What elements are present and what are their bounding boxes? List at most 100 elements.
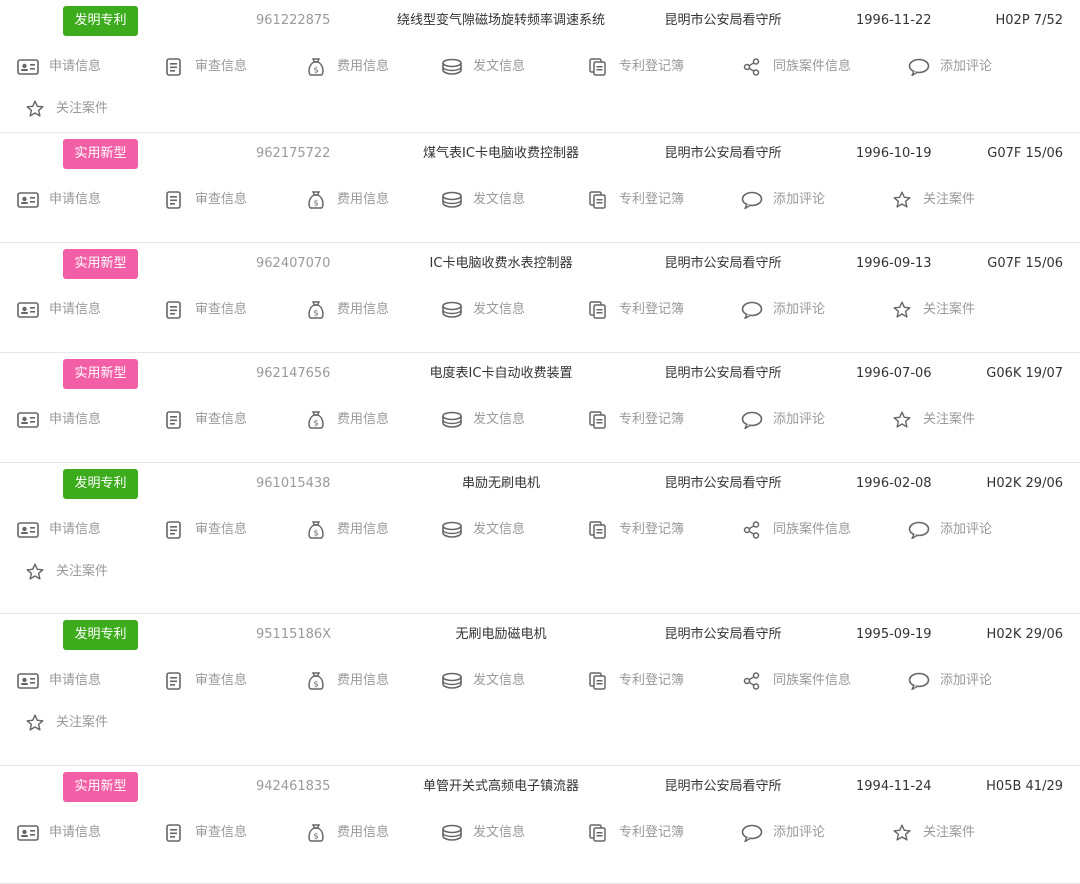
patent-title[interactable]: 电度表IC卡自动收费装置 (360, 353, 642, 399)
fee-label: 费用信息 (337, 673, 390, 688)
comment-label: 添加评论 (773, 825, 826, 840)
application-number[interactable]: 962407070 (256, 243, 330, 289)
apply-label: 申请信息 (49, 302, 102, 317)
document-icon (163, 411, 185, 429)
apply-label: 申请信息 (49, 412, 102, 427)
ipc-classification: H02K 29/06 (986, 627, 1063, 642)
patent-title[interactable]: 串励无刷电机 (360, 463, 642, 509)
record-summary-row: 发明专利 961015438 串励无刷电机 昆明市公安局看守所 1996-02-08 H0… (0, 463, 1080, 509)
review-label: 审查信息 (195, 302, 248, 317)
id-card-icon (17, 672, 39, 690)
follow-label: 关注案件 (56, 564, 109, 579)
register-label: 专利登记簿 (619, 673, 685, 688)
chat-bubble-icon (908, 58, 930, 76)
star-outline-icon (24, 563, 46, 581)
ipc-classification: G06K 19/07 (986, 366, 1063, 381)
money-bag-icon: $ (305, 672, 327, 690)
doc-label: 发文信息 (473, 192, 526, 207)
application-date: 1995-09-19 (856, 627, 932, 642)
action-row: 申请信息 审查信息 $ 费用信息 发文信息 专利登记簿 同族案件信息 添加评论 (0, 660, 1080, 702)
review-label: 审查信息 (195, 522, 248, 537)
doc-label: 发文信息 (473, 522, 526, 537)
database-icon (441, 672, 463, 690)
chat-bubble-icon (908, 672, 930, 690)
patent-title[interactable]: IC卡电脑收费水表控制器 (360, 243, 642, 289)
doc-label: 发文信息 (473, 302, 526, 317)
patent-title[interactable]: 单管开关式高频电子镇流器 (360, 766, 642, 812)
applicant-name: 昆明市公安局看守所 (664, 13, 782, 28)
register-book-icon (587, 301, 609, 319)
chat-bubble-icon (741, 191, 763, 209)
database-icon (441, 301, 463, 319)
application-number[interactable]: 961222875 (256, 0, 330, 46)
application-date: 1996-07-06 (856, 366, 932, 381)
patent-type-badge: 实用新型 (63, 139, 138, 169)
register-label: 专利登记簿 (619, 522, 685, 537)
record-summary-row: 实用新型 962147656 电度表IC卡自动收费装置 昆明市公安局看守所 1996-0… (0, 353, 1080, 399)
patent-title[interactable]: 煤气表IC卡电脑收费控制器 (360, 133, 642, 179)
action-row: 关注案件 (0, 702, 1080, 744)
application-number[interactable]: 95115186X (256, 614, 331, 660)
patent-title[interactable]: 绕线型变气隙磁场旋转频率调速系统 (360, 0, 642, 46)
apply-label: 申请信息 (49, 192, 102, 207)
chat-bubble-icon (908, 521, 930, 539)
patent-record: 实用新型 942461835 单管开关式高频电子镇流器 昆明市公安局看守所 1994-1… (0, 766, 1080, 884)
star-outline-icon (891, 191, 913, 209)
application-number[interactable]: 962175722 (256, 133, 330, 179)
patent-type-badge: 实用新型 (63, 772, 138, 802)
star-outline-icon (24, 100, 46, 118)
svg-text:$: $ (313, 680, 318, 689)
chat-bubble-icon (741, 301, 763, 319)
action-row: 关注案件 (0, 88, 1080, 130)
application-number[interactable]: 961015438 (256, 463, 330, 509)
record-actions: 申请信息 审查信息 $ 费用信息 发文信息 专利登记簿 同族案件信息 添加评论 关注案件 (0, 509, 1080, 593)
apply-label: 申请信息 (49, 522, 102, 537)
family-label: 同族案件信息 (773, 673, 852, 688)
money-bag-icon: $ (305, 191, 327, 209)
register-book-icon (587, 58, 609, 76)
applicant-name: 昆明市公安局看守所 (664, 146, 782, 161)
patent-record: 实用新型 962147656 电度表IC卡自动收费装置 昆明市公安局看守所 1996-0… (0, 353, 1080, 463)
patent-record: 发明专利 961015438 串励无刷电机 昆明市公安局看守所 1996-02-08 H0… (0, 463, 1080, 614)
doc-label: 发文信息 (473, 825, 526, 840)
record-summary-row: 实用新型 962175722 煤气表IC卡电脑收费控制器 昆明市公安局看守所 1996-… (0, 133, 1080, 179)
action-row: 申请信息 审查信息 $ 费用信息 发文信息 专利登记簿 添加评论 关注案件 (0, 289, 1080, 331)
database-icon (441, 191, 463, 209)
fee-label: 费用信息 (337, 412, 390, 427)
action-row: 关注案件 (0, 551, 1080, 593)
family-label: 同族案件信息 (773, 59, 852, 74)
doc-label: 发文信息 (473, 412, 526, 427)
fee-label: 费用信息 (337, 825, 390, 840)
database-icon (441, 521, 463, 539)
patent-type-badge: 发明专利 (63, 620, 138, 650)
database-icon (441, 58, 463, 76)
document-icon (163, 191, 185, 209)
ipc-classification: G07F 15/06 (987, 256, 1063, 271)
star-outline-icon (891, 411, 913, 429)
document-icon (163, 672, 185, 690)
register-book-icon (587, 411, 609, 429)
document-icon (163, 824, 185, 842)
comment-label: 添加评论 (940, 522, 993, 537)
application-number[interactable]: 962147656 (256, 353, 330, 399)
follow-label: 关注案件 (56, 715, 109, 730)
application-date: 1996-02-08 (856, 476, 932, 491)
record-actions: 申请信息 审查信息 $ 费用信息 发文信息 专利登记簿 同族案件信息 添加评论 关注案件 (0, 46, 1080, 130)
money-bag-icon: $ (305, 411, 327, 429)
follow-label: 关注案件 (923, 825, 976, 840)
doc-label: 发文信息 (473, 59, 526, 74)
document-icon (163, 301, 185, 319)
fee-label: 费用信息 (337, 522, 390, 537)
register-book-icon (587, 824, 609, 842)
svg-text:$: $ (313, 419, 318, 428)
patent-type-badge: 实用新型 (63, 359, 138, 389)
application-number[interactable]: 942461835 (256, 766, 330, 812)
apply-label: 申请信息 (49, 825, 102, 840)
fee-label: 费用信息 (337, 302, 390, 317)
register-label: 专利登记簿 (619, 825, 685, 840)
svg-text:$: $ (313, 309, 318, 318)
id-card-icon (17, 824, 39, 842)
share-nodes-icon (741, 521, 763, 539)
applicant-name: 昆明市公安局看守所 (664, 256, 782, 271)
patent-title[interactable]: 无刷电励磁电机 (360, 614, 642, 660)
